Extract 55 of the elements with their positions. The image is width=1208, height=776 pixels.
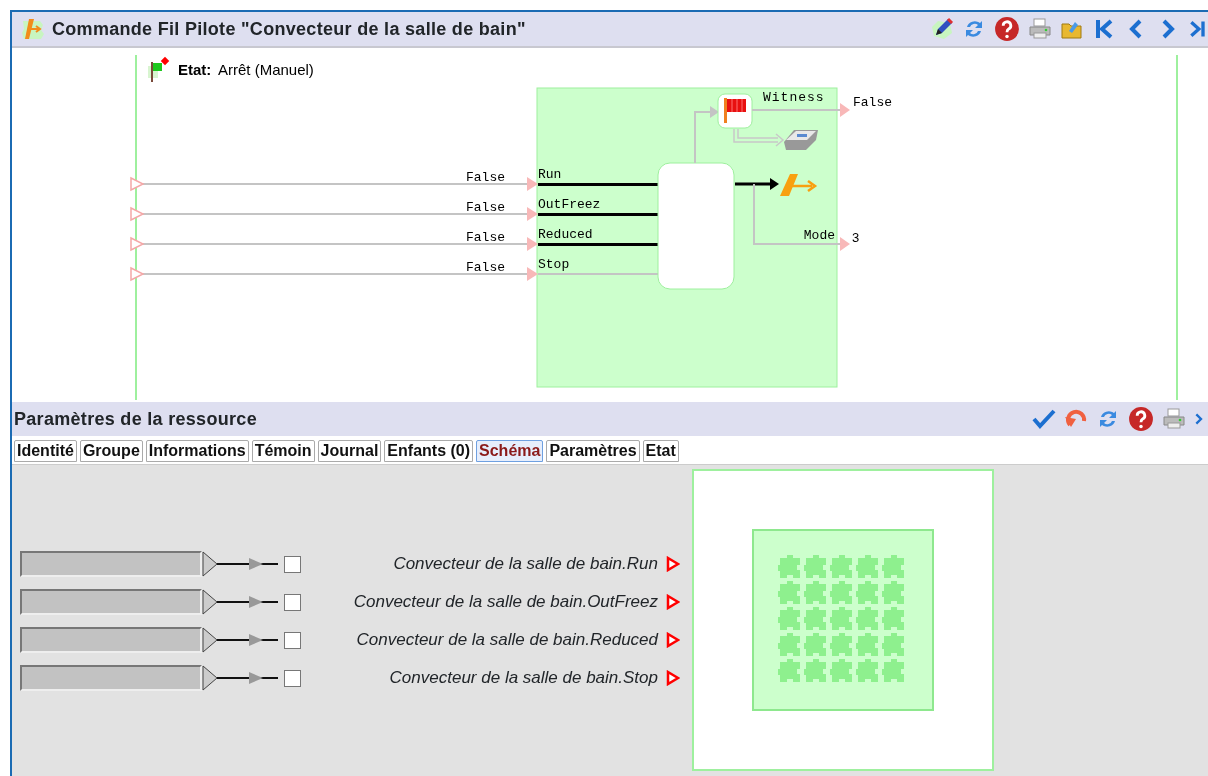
window-title: Commande Fil Pilote "Convecteur de la salle de bain" bbox=[52, 17, 526, 41]
flag-icon bbox=[148, 56, 170, 82]
signal-label: Convecteur de la salle de bain.Stop bbox=[388, 667, 659, 690]
device-icon bbox=[784, 130, 818, 150]
checkbox[interactable] bbox=[284, 669, 301, 687]
signal-label: Convecteur de la salle de bain.OutFreez bbox=[352, 591, 659, 614]
output-arrow-icon bbox=[666, 632, 680, 648]
edit-icon[interactable] bbox=[930, 17, 954, 41]
signal-field[interactable] bbox=[20, 627, 202, 653]
input-value: False bbox=[466, 170, 505, 185]
input-value: False bbox=[466, 200, 505, 215]
witness-label: Witness bbox=[763, 90, 825, 105]
signal-field[interactable] bbox=[20, 551, 202, 577]
signal-label: Convecteur de la salle de bain.Reduced bbox=[355, 629, 660, 652]
checkmark-icon[interactable] bbox=[1032, 407, 1056, 431]
witness-value: False bbox=[853, 95, 892, 110]
flag-icon bbox=[724, 98, 746, 123]
tab[interactable]: Identité bbox=[14, 440, 77, 462]
checkbox[interactable] bbox=[284, 593, 301, 611]
mode-label: Mode bbox=[803, 228, 835, 243]
printer-icon[interactable] bbox=[1162, 407, 1186, 431]
signal-label: Convecteur de la salle de bain.Run bbox=[392, 553, 659, 576]
tab[interactable]: Témoin bbox=[251, 440, 315, 462]
double-arrow bbox=[733, 128, 785, 147]
port-label: Run bbox=[538, 167, 562, 182]
tab[interactable]: Informations bbox=[145, 440, 249, 462]
input-value: False bbox=[466, 230, 505, 245]
help-icon[interactable] bbox=[994, 16, 1020, 42]
panel-title: Paramètres de la ressource bbox=[14, 407, 257, 431]
port-label: Reduced bbox=[538, 227, 593, 242]
tab[interactable]: Paramètres bbox=[546, 440, 640, 462]
signal-field[interactable] bbox=[20, 589, 202, 615]
state-label: Etat: bbox=[178, 61, 212, 78]
checkbox[interactable] bbox=[284, 555, 301, 573]
checkbox[interactable] bbox=[284, 631, 301, 649]
output-arrow-icon bbox=[666, 670, 680, 686]
output-arrow bbox=[735, 178, 779, 190]
tab[interactable]: Groupe bbox=[79, 440, 143, 462]
printer-icon[interactable] bbox=[1028, 17, 1052, 41]
mode-value: 3 bbox=[852, 230, 860, 245]
help-icon[interactable] bbox=[1128, 406, 1154, 432]
output-arrow-icon bbox=[666, 556, 680, 572]
port-label: Stop bbox=[538, 257, 570, 272]
tab[interactable]: Schéma bbox=[476, 440, 544, 462]
output-arrow-icon bbox=[666, 594, 680, 610]
tab[interactable]: Enfants (0) bbox=[384, 440, 474, 462]
tab[interactable]: Journal bbox=[317, 440, 382, 462]
input-value: False bbox=[466, 260, 505, 275]
witness-connector bbox=[694, 106, 719, 164]
app-logo-icon bbox=[20, 16, 46, 42]
port-label: OutFreez bbox=[538, 197, 601, 212]
logo-icon bbox=[780, 174, 818, 196]
signal-field[interactable] bbox=[20, 665, 202, 691]
state-value: Arrêt (Manuel) bbox=[218, 61, 314, 78]
tab[interactable]: Etat bbox=[642, 440, 679, 462]
